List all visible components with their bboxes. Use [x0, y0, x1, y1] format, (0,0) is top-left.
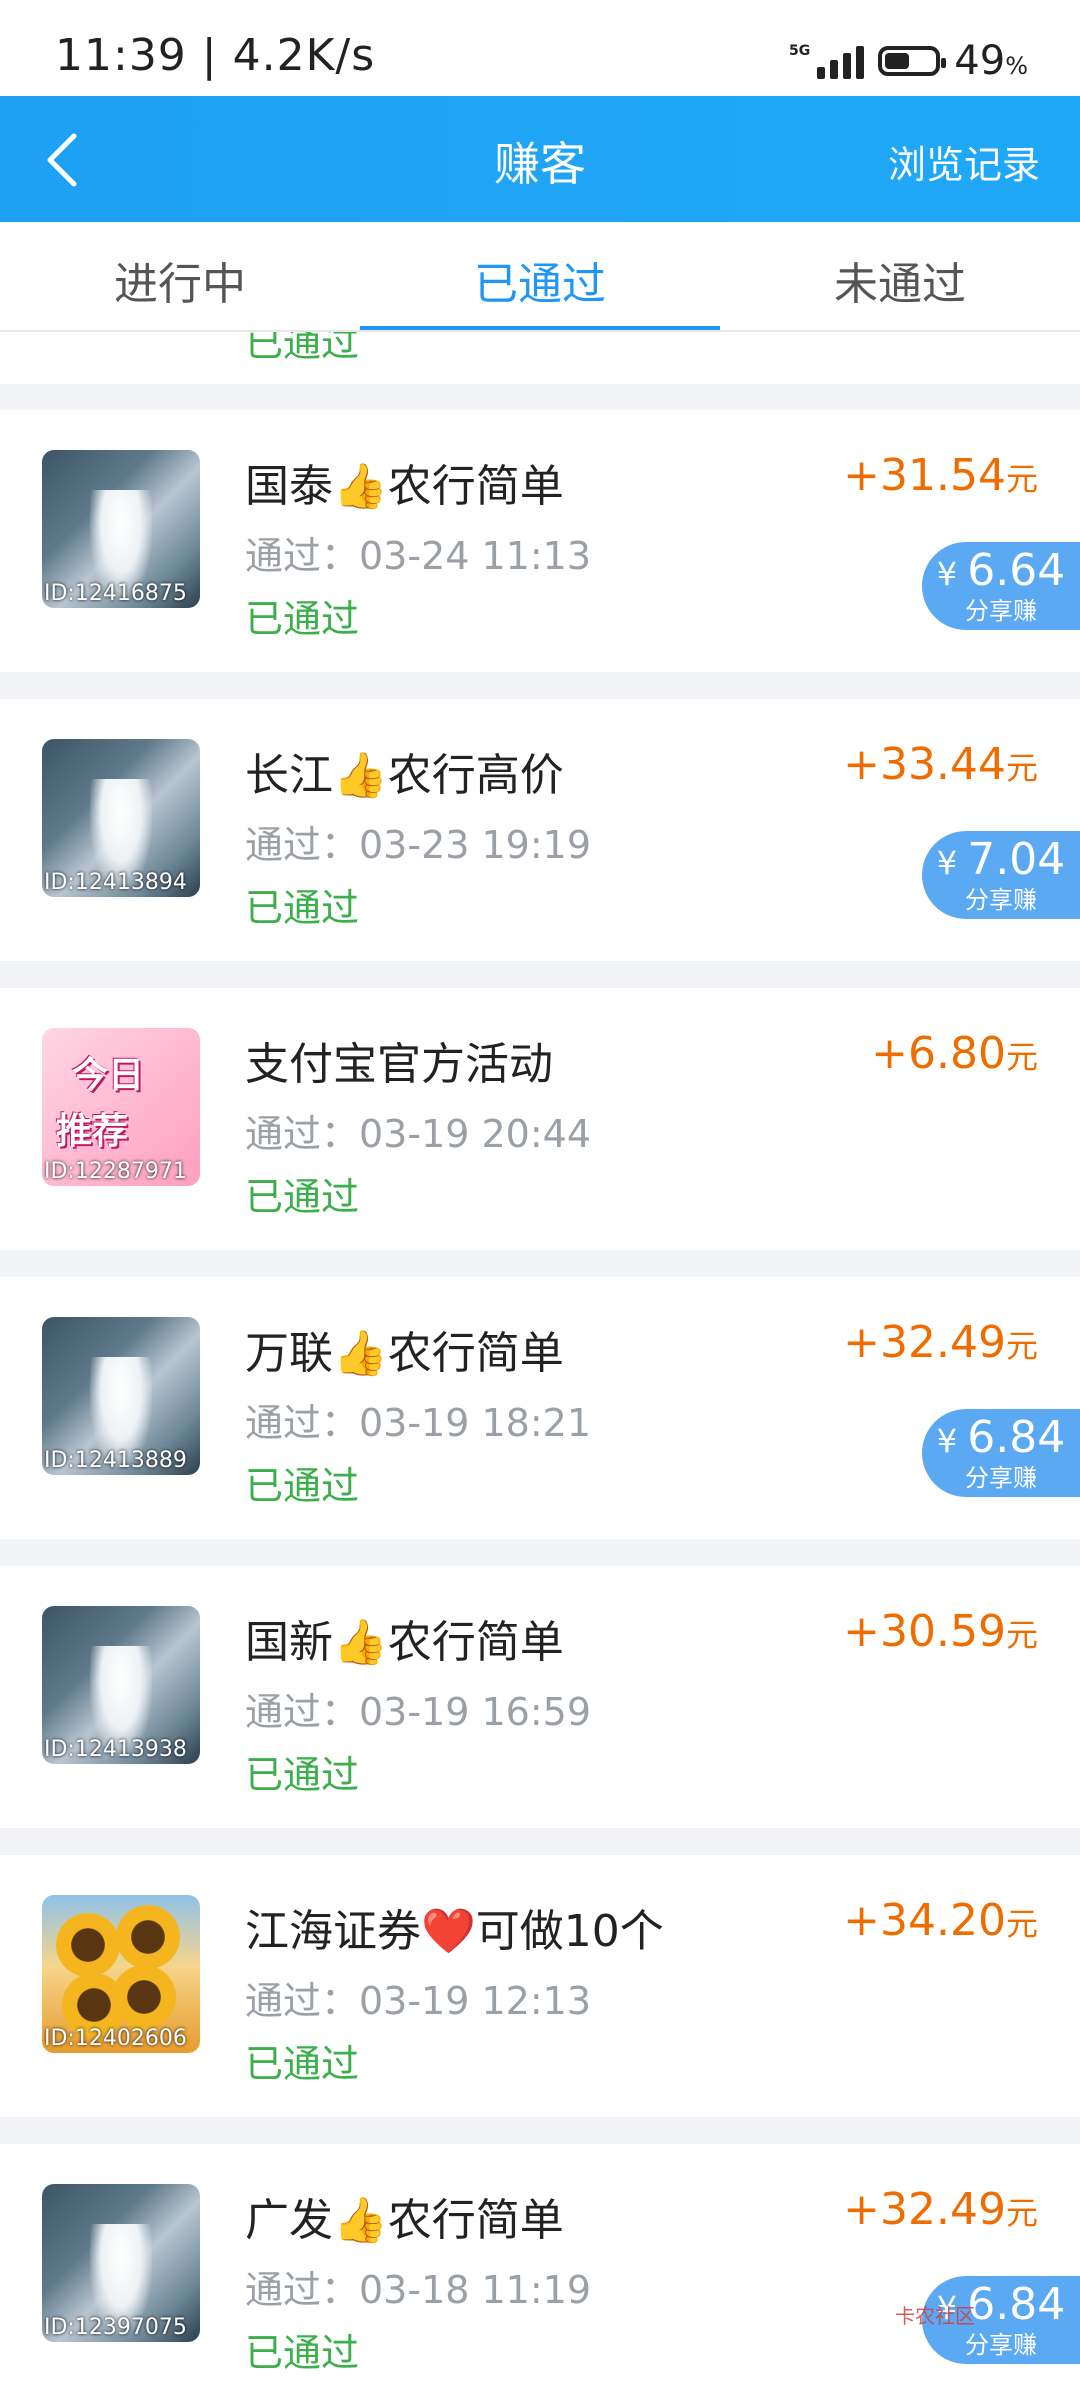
- task-title: 长江👍农行高价: [245, 750, 564, 801]
- task-id: ID:12402606: [44, 2026, 187, 2051]
- task-id: ID:12413894: [44, 870, 187, 895]
- header: 赚客 浏览记录: [0, 96, 1080, 222]
- task-pass-time: 通过：03-19 12:13: [245, 1979, 592, 2023]
- task-title: 国新👍农行简单: [245, 1617, 564, 1668]
- task-thumbnail: ID:12413938: [42, 1606, 200, 1764]
- tab-passed[interactable]: 已通过: [360, 248, 720, 312]
- status-bar: 11:39 | 4.2K/s 5G 49%: [0, 0, 1080, 96]
- task-card[interactable]: ID:12413938 国新👍农行简单通过：03-19 16:59 已通过 +30.5…: [0, 1566, 1080, 1828]
- task-status: 已通过: [245, 2331, 360, 2375]
- share-earn-button[interactable]: ¥ 6.64 分享赚: [922, 542, 1080, 630]
- tab-bar: 进行中 已通过 未通过: [0, 222, 1080, 332]
- task-card[interactable]: ID:12397075 广发👍农行简单通过：03-18 11:19 已通过 +32.4…: [0, 2144, 1080, 2406]
- thumbnail-text: 推荐: [56, 1111, 129, 1152]
- task-title: 万联👍农行简单: [245, 1328, 564, 1379]
- task-reward: +34.20元: [843, 1895, 1038, 1946]
- task-card[interactable]: ID:12402606 江海证券❤️可做10个通过：03-19 12:13 已通过 +…: [0, 1855, 1080, 2117]
- list-item-partial[interactable]: 已通过: [0, 332, 1080, 384]
- tab-rejected[interactable]: 未通过: [720, 248, 1080, 312]
- sunflower-icon: [116, 1905, 180, 1969]
- task-title: 江海证券❤️可做10个: [245, 1906, 664, 1957]
- task-status: 已通过: [245, 332, 360, 365]
- task-pass-time: 通过：03-19 18:21: [245, 1401, 592, 1445]
- task-id: ID:12413938: [44, 1737, 187, 1762]
- task-thumbnail: ID:12416875: [42, 450, 200, 608]
- task-pass-time: 通过：03-19 16:59: [245, 1690, 592, 1734]
- status-icons: 5G 49%: [789, 38, 1028, 84]
- task-id: ID:12416875: [44, 581, 187, 606]
- task-reward: +32.49元: [843, 1317, 1038, 1368]
- task-reward: +30.59元: [843, 1606, 1038, 1657]
- task-thumbnail: ID:12413889: [42, 1317, 200, 1475]
- task-status: 已通过: [245, 886, 360, 930]
- task-title: 国泰👍农行简单: [245, 461, 564, 512]
- tab-in-progress[interactable]: 进行中: [0, 248, 360, 312]
- task-thumbnail: ID:12397075: [42, 2184, 200, 2342]
- task-pass-time: 通过：03-18 11:19: [245, 2268, 592, 2312]
- task-pass-time: 通过：03-19 20:44: [245, 1112, 592, 1156]
- task-thumbnail: ID:12402606: [42, 1895, 200, 2053]
- task-id: ID:12287971: [44, 1159, 187, 1184]
- tab-active-indicator: [360, 326, 720, 330]
- task-thumbnail: ID:12413894: [42, 739, 200, 897]
- signal-icon: 5G: [789, 43, 865, 79]
- task-card[interactable]: 今日推荐 ID:12287971 支付宝官方活动通过：03-19 20:44 已通过 +…: [0, 988, 1080, 1250]
- task-id: ID:12413889: [44, 1448, 187, 1473]
- task-reward: +6.80元: [871, 1028, 1038, 1079]
- task-thumbnail: 今日推荐 ID:12287971: [42, 1028, 200, 1186]
- task-card[interactable]: ID:12413894 长江👍农行高价通过：03-23 19:19 已通过 +33.4…: [0, 699, 1080, 961]
- task-reward: +31.54元: [843, 450, 1038, 501]
- task-pass-time: 通过：03-24 11:13: [245, 534, 592, 578]
- task-card[interactable]: ID:12413889 万联👍农行简单通过：03-19 18:21 已通过 +32.4…: [0, 1277, 1080, 1539]
- network-type: 5G: [789, 43, 811, 59]
- task-id: ID:12397075: [44, 2315, 187, 2340]
- task-reward: +32.49元: [843, 2184, 1038, 2235]
- watermark: 卡农社区: [895, 2304, 975, 2328]
- battery-icon: [878, 46, 947, 76]
- task-status: 已通过: [245, 1175, 360, 1219]
- task-status: 已通过: [245, 2042, 360, 2086]
- task-title: 广发👍农行简单: [245, 2195, 564, 2246]
- battery-percent: 49%: [954, 38, 1028, 84]
- thumbnail-text: 今日: [72, 1055, 145, 1096]
- share-earn-button[interactable]: ¥ 6.84 分享赚: [922, 1409, 1080, 1497]
- task-status: 已通过: [245, 1464, 360, 1508]
- task-pass-time: 通过：03-23 19:19: [245, 823, 592, 867]
- task-card[interactable]: ID:12416875 国泰👍农行简单通过：03-24 11:13 已通过 +31.5…: [0, 410, 1080, 672]
- sunflower-icon: [56, 1913, 120, 1977]
- status-time: 11:39 | 4.2K/s: [55, 30, 376, 81]
- task-status: 已通过: [245, 597, 360, 641]
- share-earn-button[interactable]: ¥ 7.04 分享赚: [922, 831, 1080, 919]
- task-status: 已通过: [245, 1753, 360, 1797]
- task-reward: +33.44元: [843, 739, 1038, 790]
- task-title: 支付宝官方活动: [245, 1039, 553, 1090]
- browse-history-link[interactable]: 浏览记录: [888, 134, 1040, 189]
